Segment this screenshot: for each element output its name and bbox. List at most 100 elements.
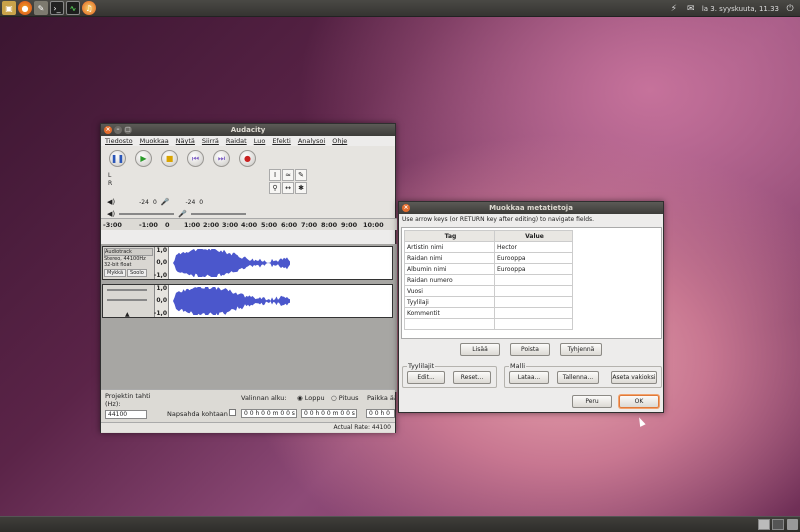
selection-start-field[interactable]: 0 0 h 0 0 m 0 0 s: [241, 409, 297, 418]
tag-cell[interactable]: Raidan nimi: [404, 252, 495, 264]
menu-tracks[interactable]: Raidat: [226, 137, 247, 145]
collapse-arrow-icon[interactable]: ▲: [125, 311, 130, 318]
gain-slider[interactable]: [107, 289, 147, 291]
audacity-icon[interactable]: ♫: [82, 1, 96, 15]
selection-tool-icon[interactable]: I: [269, 169, 281, 181]
multi-tool-icon[interactable]: ✱: [295, 182, 307, 194]
reset-genres-button[interactable]: Reset...: [453, 371, 491, 384]
play-button[interactable]: ▶: [135, 150, 152, 167]
top-panel: ▣ ● ✎ ›_ ∿ ♫ ⚡ ✉ la 3. syyskuuta, 11.33 …: [0, 0, 800, 17]
pan-slider[interactable]: [107, 299, 147, 301]
metadata-row[interactable]: Raidan nimi Eurooppa: [404, 252, 573, 264]
add-button[interactable]: Lisää: [460, 343, 500, 356]
system-monitor-icon[interactable]: ∿: [66, 1, 80, 15]
mute-button[interactable]: Mykkä: [104, 269, 127, 277]
session-icon[interactable]: ⏻: [784, 3, 796, 15]
clock[interactable]: la 3. syyskuuta, 11.33: [702, 5, 779, 13]
metadata-row[interactable]: Artistin nimi Hector: [404, 241, 573, 253]
workspace-2[interactable]: [772, 519, 784, 530]
selection-end-field[interactable]: 0 0 h 0 0 m 0 0 s: [301, 409, 357, 418]
level-meter-labels: L: [108, 172, 112, 179]
dialog-titlebar[interactable]: × Muokkaa metatietoja: [399, 202, 663, 214]
home-folder-icon[interactable]: ▣: [2, 1, 16, 15]
value-cell[interactable]: [494, 318, 573, 330]
end-radio[interactable]: ◉ Loppu: [297, 394, 325, 402]
save-template-button[interactable]: Tallenna...: [557, 371, 599, 384]
chat-icon[interactable]: ✉: [685, 3, 697, 15]
track-name-button[interactable]: Audiotrack: [104, 248, 153, 256]
tag-cell[interactable]: Albumin nimi: [404, 263, 495, 275]
metadata-row[interactable]: Tyylilaji: [404, 296, 573, 308]
tag-cell[interactable]: Tyylilaji: [404, 296, 495, 308]
value-cell[interactable]: [494, 307, 573, 319]
minimize-icon[interactable]: –: [114, 126, 122, 134]
snap-checkbox[interactable]: [229, 409, 236, 416]
menu-analyze[interactable]: Analysoi: [298, 137, 325, 145]
audacity-titlebar[interactable]: × – □ Audacity: [101, 124, 395, 136]
value-cell[interactable]: [494, 296, 573, 308]
menu-view[interactable]: Näytä: [176, 137, 195, 145]
menu-edit[interactable]: Muokkaa: [140, 137, 169, 145]
waveform-area[interactable]: [169, 247, 392, 279]
set-default-button[interactable]: Aseta vakioksi: [611, 371, 657, 384]
metadata-row[interactable]: Albumin nimi Eurooppa: [404, 263, 573, 275]
solo-button[interactable]: Soolo: [127, 269, 147, 277]
audio-track-top[interactable]: Audiotrack Stereo, 44100Hz 32-bit float …: [102, 246, 393, 280]
metadata-row[interactable]: Raidan numero: [404, 274, 573, 286]
tag-cell[interactable]: Kommentit: [404, 307, 495, 319]
value-cell[interactable]: Eurooppa: [494, 263, 573, 275]
trash-icon[interactable]: [787, 519, 798, 530]
tag-cell[interactable]: Artistin nimi: [404, 241, 495, 253]
menu-transport[interactable]: Siirrä: [202, 137, 219, 145]
length-radio[interactable]: ○ Pituus: [331, 394, 359, 402]
speaker-icon[interactable]: ◀): [107, 198, 115, 206]
menu-effect[interactable]: Efekti: [272, 137, 291, 145]
metadata-row[interactable]: Kommentit: [404, 307, 573, 319]
timeshift-tool-icon[interactable]: ↔: [282, 182, 294, 194]
gimp-icon[interactable]: ✎: [34, 1, 48, 15]
tag-cell[interactable]: [404, 318, 495, 330]
output-volume-slider[interactable]: [119, 213, 175, 215]
zoom-tool-icon[interactable]: ⚲: [269, 182, 281, 194]
meter-toolbar: ◀) -24 0 🎤 -24 0: [107, 198, 204, 206]
pause-button[interactable]: ❚❚: [109, 150, 126, 167]
value-cell[interactable]: Hector: [494, 241, 573, 253]
network-icon[interactable]: ⚡: [668, 3, 680, 15]
cancel-button[interactable]: Peru: [572, 395, 612, 408]
project-rate-select[interactable]: 44100: [105, 410, 147, 419]
value-cell[interactable]: [494, 274, 573, 286]
terminal-icon[interactable]: ›_: [50, 1, 64, 15]
stop-button[interactable]: ■: [161, 150, 178, 167]
skip-start-button[interactable]: ⏮: [187, 150, 204, 167]
close-icon[interactable]: ×: [104, 126, 112, 134]
timeline-ruler[interactable]: -3:00 -1:00 0 1:00 2:00 3:00 4:00 5:00 6…: [101, 218, 397, 230]
draw-tool-icon[interactable]: ✎: [295, 169, 307, 181]
remove-button[interactable]: Poista: [510, 343, 550, 356]
tools-toolbar: I ≈ ✎ ⚲ ↔ ✱: [269, 169, 307, 194]
envelope-tool-icon[interactable]: ≈: [282, 169, 294, 181]
input-volume-slider[interactable]: [190, 213, 246, 215]
workspace-1[interactable]: [758, 519, 770, 530]
skip-end-button[interactable]: ⏭: [213, 150, 230, 167]
clear-button[interactable]: Tyhjennä: [560, 343, 602, 356]
ok-button[interactable]: OK: [619, 395, 659, 408]
audio-track-bottom[interactable]: ▲ 1,0 0,0 -1,0: [102, 284, 393, 318]
tag-cell[interactable]: Vuosi: [404, 285, 495, 297]
value-cell[interactable]: [494, 285, 573, 297]
waveform-area-lower[interactable]: [169, 285, 392, 317]
menu-file[interactable]: Tiedosto: [105, 137, 133, 145]
metadata-row[interactable]: Vuosi: [404, 285, 573, 297]
load-template-button[interactable]: Lataa...: [509, 371, 549, 384]
tag-cell[interactable]: Raidan numero: [404, 274, 495, 286]
menu-generate[interactable]: Luo: [254, 137, 266, 145]
menu-help[interactable]: Ohje: [332, 137, 347, 145]
microphone-icon[interactable]: 🎤: [161, 198, 170, 206]
firefox-icon[interactable]: ●: [18, 1, 32, 15]
value-cell[interactable]: Eurooppa: [494, 252, 573, 264]
close-icon[interactable]: ×: [402, 204, 410, 212]
record-button[interactable]: ●: [239, 150, 256, 167]
edit-genres-button[interactable]: Edit...: [407, 371, 445, 384]
audio-position-field[interactable]: 0 0 h 0 0 m: [366, 409, 395, 418]
metadata-row[interactable]: [404, 318, 573, 330]
maximize-icon[interactable]: □: [124, 126, 132, 134]
